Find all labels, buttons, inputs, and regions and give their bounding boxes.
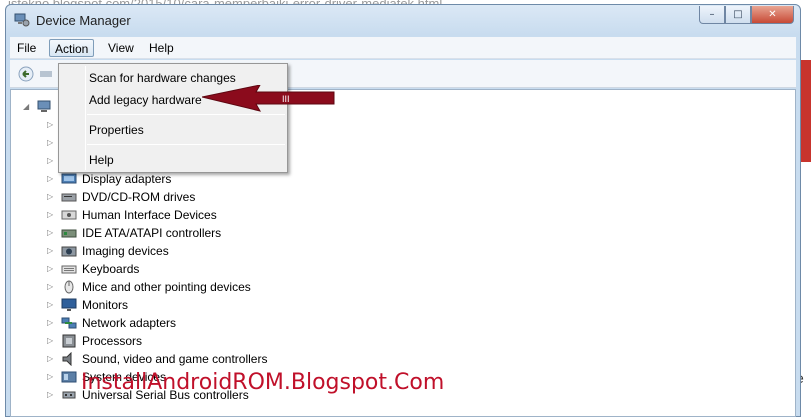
- computer-icon: [37, 100, 51, 112]
- expand-icon[interactable]: ▷: [47, 139, 55, 147]
- device-category-label: DVD/CD-ROM drives: [82, 190, 196, 204]
- expand-icon[interactable]: ▷: [47, 193, 55, 201]
- expand-icon[interactable]: ▷: [47, 301, 55, 309]
- window-title: Device Manager: [36, 13, 131, 28]
- device-category-label: Monitors: [82, 298, 129, 312]
- mouse-icon: [64, 280, 74, 294]
- device-manager-icon: [14, 13, 30, 27]
- expand-icon[interactable]: ▷: [47, 211, 55, 219]
- device-category-row[interactable]: ▷ IDE ATA/ATAPI controllers: [47, 224, 221, 242]
- menu-item-add-legacy-hardware[interactable]: Add legacy hardware: [89, 90, 202, 110]
- keyboard-icon: [61, 265, 77, 274]
- collapse-icon[interactable]: ◢: [23, 103, 31, 111]
- menu-item-properties[interactable]: Properties: [89, 120, 144, 140]
- device-category-row[interactable]: ▷ Monitors: [47, 296, 128, 314]
- expand-icon[interactable]: ▷: [47, 373, 55, 381]
- annotation-arrow-icon: III: [202, 85, 335, 112]
- expand-icon[interactable]: ▷: [47, 283, 55, 291]
- expand-icon[interactable]: ▷: [47, 175, 55, 183]
- device-category-row[interactable]: ▷ DVD/CD-ROM drives: [47, 188, 195, 206]
- forward-arrow-icon[interactable]: [38, 66, 54, 82]
- dvd-drive-icon: [61, 193, 77, 202]
- expand-icon[interactable]: ▷: [47, 265, 55, 273]
- menu-file[interactable]: File: [12, 39, 41, 57]
- maximize-button[interactable]: □: [725, 6, 751, 24]
- device-category-row[interactable]: ▷ Imaging devices: [47, 242, 169, 260]
- device-category-row[interactable]: ▷ Mice and other pointing devices: [47, 278, 251, 296]
- expand-icon[interactable]: ▷: [47, 319, 55, 327]
- usb-icon: [62, 391, 76, 399]
- menu-gutter: [85, 66, 86, 170]
- hid-icon: [61, 210, 77, 220]
- menu-separator: [87, 144, 285, 145]
- expand-icon[interactable]: ▷: [47, 391, 55, 399]
- network-icon: [61, 317, 77, 329]
- expand-icon[interactable]: ▷: [47, 229, 55, 237]
- menu-help[interactable]: Help: [144, 39, 179, 57]
- menu-view[interactable]: View: [103, 39, 139, 57]
- back-arrow-icon[interactable]: [18, 66, 34, 82]
- maximize-icon: □: [733, 9, 743, 20]
- menu-action[interactable]: Action: [49, 39, 95, 57]
- device-category-row[interactable]: ▷ Human Interface Devices: [47, 206, 217, 224]
- device-manager-window: Device Manager – □ ✕ File Action View He…: [5, 4, 801, 417]
- watermark-text: InstallAndroidROM.Blogspot.Com: [81, 370, 445, 395]
- expand-icon[interactable]: ▷: [47, 355, 55, 363]
- system-icon: [61, 371, 77, 383]
- device-category-label: Mice and other pointing devices: [82, 280, 251, 294]
- device-category-row[interactable]: ▷ Sound, video and game controllers: [47, 350, 267, 368]
- speaker-icon: [62, 352, 72, 366]
- device-category-label: Human Interface Devices: [82, 208, 217, 222]
- device-category-label: Network adapters: [82, 316, 177, 330]
- display-adapter-icon: [61, 173, 77, 184]
- camera-icon: [61, 246, 77, 257]
- device-category-label: Imaging devices: [82, 244, 169, 258]
- device-category-label: Keyboards: [82, 262, 140, 276]
- monitor-icon: [61, 298, 77, 311]
- device-category-row[interactable]: ▷ Network adapters: [47, 314, 176, 332]
- minimize-icon: –: [709, 9, 715, 20]
- menu-bar: File Action View Help: [10, 37, 796, 59]
- menu-item-help[interactable]: Help: [89, 150, 114, 170]
- expand-icon[interactable]: ▷: [47, 247, 55, 255]
- action-menu-dropdown: Scan for hardware changes Add legacy har…: [58, 63, 288, 173]
- expand-icon[interactable]: ▷: [47, 121, 55, 129]
- expand-icon[interactable]: ▷: [47, 337, 55, 345]
- device-category-label: Sound, video and game controllers: [82, 352, 268, 366]
- processor-icon: [62, 334, 76, 348]
- caption-buttons: – □ ✕: [699, 6, 794, 24]
- device-category-label: Display adapters: [82, 172, 172, 186]
- device-category-row[interactable]: ▷ Keyboards: [47, 260, 139, 278]
- ide-controller-icon: [61, 229, 77, 238]
- arrow-label: III: [282, 94, 290, 104]
- device-category-label: IDE ATA/ATAPI controllers: [82, 226, 222, 240]
- title-bar[interactable]: Device Manager – □ ✕: [6, 5, 800, 35]
- close-icon: ✕: [768, 9, 777, 20]
- minimize-button[interactable]: –: [699, 6, 725, 24]
- tree-root[interactable]: ◢: [23, 98, 58, 116]
- device-category-label: Processors: [82, 334, 143, 348]
- expand-icon[interactable]: ▷: [47, 157, 55, 165]
- device-category-row[interactable]: ▷ Processors: [47, 332, 142, 350]
- close-button[interactable]: ✕: [751, 6, 794, 24]
